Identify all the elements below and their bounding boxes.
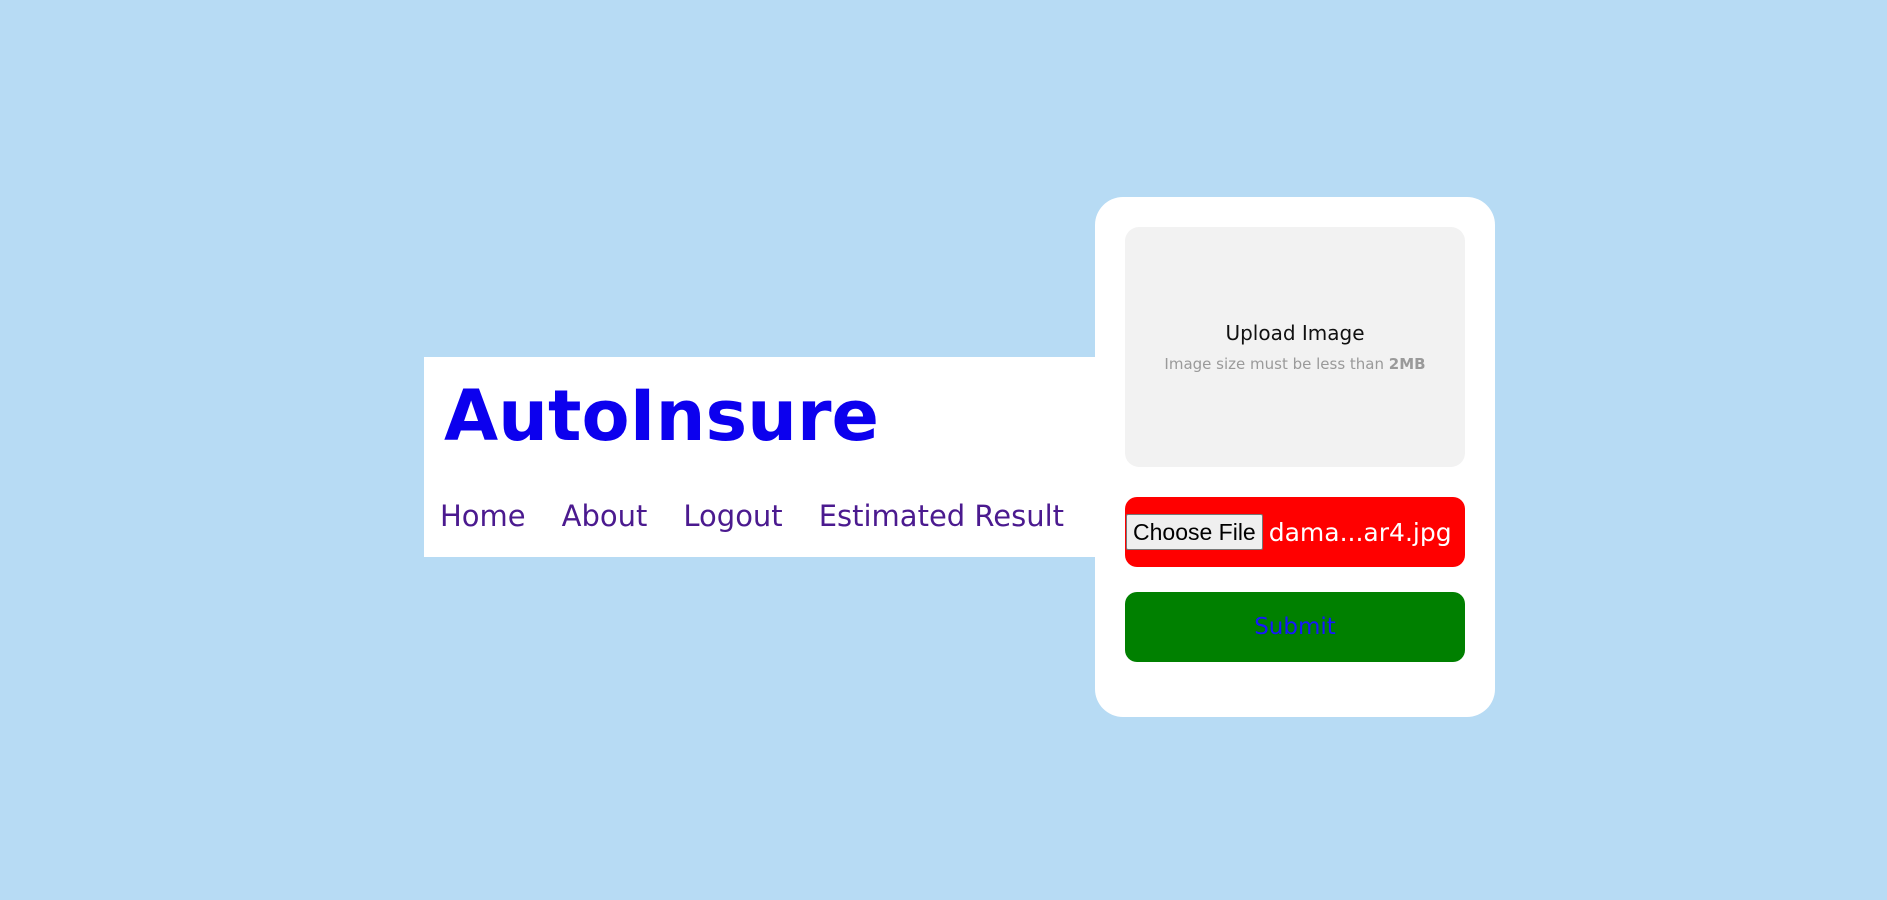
nav-link-home[interactable]: Home: [440, 499, 526, 534]
selected-file-name: dama...ar4.jpg: [1268, 517, 1452, 547]
upload-size-limit: 2MB: [1388, 355, 1426, 373]
nav-link-estimated-result[interactable]: Estimated Result: [819, 499, 1064, 534]
main-nav: Home About Logout Estimated Result: [440, 499, 1064, 534]
nav-link-about[interactable]: About: [562, 499, 648, 534]
nav-link-logout[interactable]: Logout: [683, 499, 782, 534]
upload-card: Upload Image Image size must be less tha…: [1095, 197, 1495, 717]
upload-dropzone[interactable]: Upload Image Image size must be less tha…: [1125, 227, 1465, 467]
upload-size-hint: Image size must be less than 2MB: [1164, 355, 1425, 373]
upload-title: Upload Image: [1225, 321, 1365, 345]
header-panel: AutoInsure Home About Logout Estimated R…: [424, 357, 1096, 557]
upload-hint-text: Image size must be less than: [1164, 355, 1384, 373]
file-input-row: Choose File dama...ar4.jpg: [1125, 497, 1465, 567]
submit-button[interactable]: Submit: [1125, 592, 1465, 662]
brand-title: AutoInsure: [444, 375, 879, 457]
choose-file-button[interactable]: Choose File: [1126, 514, 1263, 550]
